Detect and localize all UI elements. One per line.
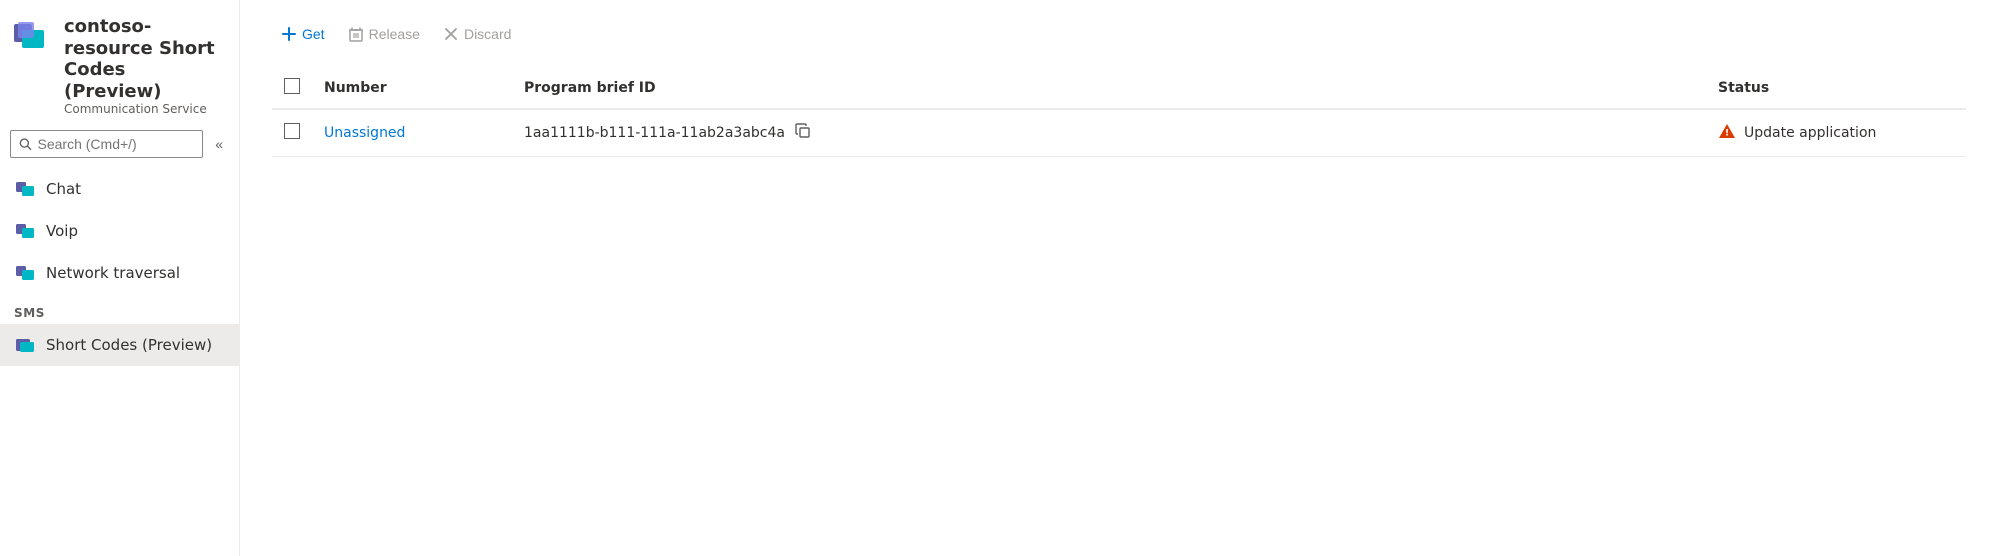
search-icon (19, 137, 32, 151)
release-button[interactable]: Release (339, 20, 430, 48)
number-cell: Unassigned (312, 109, 512, 157)
release-label: Release (369, 26, 420, 42)
header-checkbox[interactable] (284, 78, 300, 94)
trash-icon (349, 26, 363, 42)
app-header: contoso-resource Short Codes (Preview) C… (0, 0, 239, 126)
network-traversal-icon (14, 262, 36, 284)
get-label: Get (302, 26, 325, 42)
table-header-program-id: Program brief ID (512, 68, 1706, 109)
plus-icon (282, 27, 296, 41)
sidebar-item-short-codes[interactable]: Short Codes (Preview) (0, 324, 239, 366)
search-input[interactable] (38, 136, 195, 152)
discard-label: Discard (464, 26, 511, 42)
chat-icon (14, 178, 36, 200)
collapse-button[interactable]: « (209, 134, 229, 154)
search-row: « (10, 130, 229, 158)
short-codes-icon (14, 334, 36, 356)
status-cell: ! Update application (1706, 109, 1966, 157)
short-codes-label: Short Codes (Preview) (46, 336, 212, 354)
status-text: Update application (1744, 125, 1876, 141)
network-traversal-label: Network traversal (46, 264, 180, 282)
table-row: Unassigned 1aa1111b-b111-111a-11ab2a3abc… (272, 109, 1966, 157)
table-header-status: Status (1706, 68, 1966, 109)
main-content: Get Release (240, 0, 1998, 556)
x-icon (444, 27, 458, 41)
unassigned-link[interactable]: Unassigned (324, 125, 405, 141)
program-id-value: 1aa1111b-b111-111a-11ab2a3abc4a (524, 125, 785, 141)
sms-section-label: SMS (0, 294, 239, 324)
nav-item-network-traversal[interactable]: Network traversal (0, 252, 239, 294)
page-title: contoso-resource Short Codes (Preview) (64, 16, 227, 102)
warning-icon: ! (1718, 122, 1736, 144)
toolbar: Get Release (272, 20, 1966, 48)
discard-button[interactable]: Discard (434, 20, 521, 48)
app-icon (12, 16, 52, 56)
app-title-block: contoso-resource Short Codes (Preview) C… (64, 16, 227, 116)
row-checkbox[interactable] (284, 123, 300, 139)
chat-label: Chat (46, 180, 81, 198)
sidebar: contoso-resource Short Codes (Preview) C… (0, 0, 240, 556)
app-subtitle: Communication Service (64, 102, 227, 116)
nav-item-chat[interactable]: Chat (0, 168, 239, 210)
nav-item-voip[interactable]: Voip (0, 210, 239, 252)
program-id-cell: 1aa1111b-b111-111a-11ab2a3abc4a (512, 109, 1706, 157)
search-wrap[interactable] (10, 130, 203, 158)
table-header-number: Number (312, 68, 512, 109)
copy-icon[interactable] (795, 123, 811, 143)
row-checkbox-cell (272, 109, 312, 157)
voip-label: Voip (46, 222, 78, 240)
table-header-checkbox (272, 68, 312, 109)
voip-icon (14, 220, 36, 242)
svg-text:!: ! (1725, 129, 1729, 139)
get-button[interactable]: Get (272, 20, 335, 48)
short-codes-table: Number Program brief ID Status (272, 68, 1966, 157)
